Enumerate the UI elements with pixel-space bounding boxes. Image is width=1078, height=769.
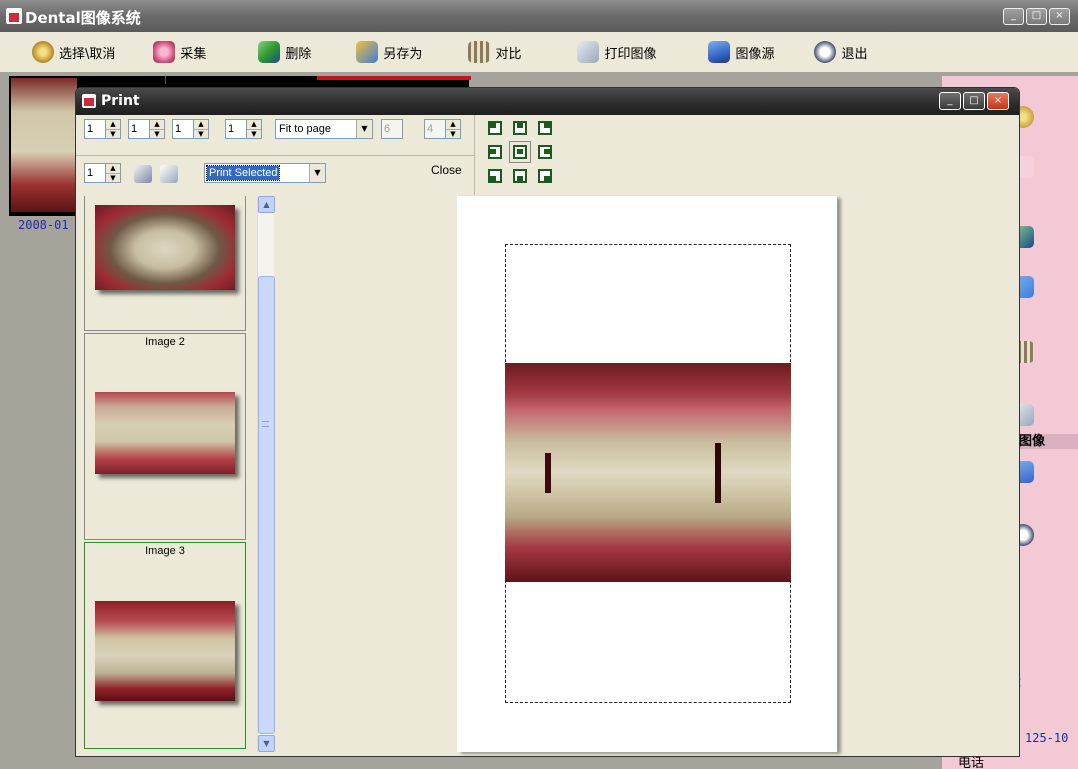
close-button[interactable]: × xyxy=(1049,8,1070,25)
minimize-button[interactable]: _ xyxy=(1003,8,1024,25)
compare-button[interactable]: 对比 xyxy=(464,37,525,67)
printer-setup-icon[interactable] xyxy=(134,165,152,183)
disabled-spinner-1: 6 xyxy=(381,119,403,139)
thumbnail-image xyxy=(95,205,235,290)
partial-number: 125-10 xyxy=(1025,731,1069,745)
list-item-image-1[interactable] xyxy=(84,196,246,331)
maximize-button[interactable]: □ xyxy=(1026,8,1047,25)
app-icon xyxy=(6,8,22,24)
chevron-down-icon[interactable]: ▼ xyxy=(356,120,372,138)
app-title: Dental图像系统 xyxy=(25,9,141,27)
selected-thumbnail-marker xyxy=(317,76,471,80)
print-dialog-title: Print xyxy=(101,93,140,109)
align-top-right-button[interactable] xyxy=(538,121,552,135)
capture-button[interactable]: 采集 xyxy=(149,37,210,67)
clapper-delete-icon xyxy=(258,41,281,63)
fit-mode-select[interactable]: Fit to page ▼ xyxy=(275,119,373,139)
save-as-label: 另存为 xyxy=(383,46,423,62)
app-icon xyxy=(82,94,96,108)
print-preview-area xyxy=(275,196,1019,756)
disabled-spinner-2: 4 ▲ ▼ xyxy=(424,119,461,139)
print-image-label: 打印图像 xyxy=(604,46,657,62)
spinner-3[interactable]: 1 ▲ ▼ xyxy=(172,119,209,139)
image-list: Image 2 Image 3 xyxy=(84,196,246,752)
printer-icon[interactable] xyxy=(160,165,178,183)
scroll-thumb[interactable] xyxy=(258,276,275,734)
film-reel-icon xyxy=(32,41,54,63)
print-range-select[interactable]: Print Selected ▼ xyxy=(204,163,326,183)
close-button[interactable]: Close xyxy=(431,163,462,177)
exit-button[interactable]: 退出 xyxy=(810,37,871,67)
delete-button[interactable]: 删除 xyxy=(254,37,315,67)
select-cancel-label: 选择\取消 xyxy=(59,46,116,62)
alignment-grid xyxy=(488,121,552,183)
image-source-label: 图像源 xyxy=(735,46,775,62)
print-image-button[interactable]: 打印图像 xyxy=(573,37,660,67)
select-cancel-button[interactable]: 选择\取消 xyxy=(28,37,119,67)
align-bottom-center-button[interactable] xyxy=(513,169,527,183)
list-item-image-2[interactable]: Image 2 xyxy=(84,333,246,540)
spinner-2[interactable]: 1 ▲ ▼ xyxy=(128,119,165,139)
main-title-bar: Dental图像系统 _ □ × xyxy=(0,0,1078,32)
dialog-minimize-button[interactable]: _ xyxy=(939,92,961,110)
align-top-center-button[interactable] xyxy=(513,121,527,135)
main-toolbar: 选择\取消 采集 删除 另存为 对比 打印图像 图像源 退出 xyxy=(0,32,1078,72)
save-as-button[interactable]: 另存为 xyxy=(352,37,426,67)
image-source-icon xyxy=(708,41,731,63)
image-source-button[interactable]: 图像源 xyxy=(704,37,778,67)
align-middle-right-button[interactable] xyxy=(538,145,552,159)
align-bottom-right-button[interactable] xyxy=(538,169,552,183)
thumbnail-image[interactable] xyxy=(11,78,77,212)
list-item-image-3[interactable]: Image 3 xyxy=(84,542,246,749)
print-toolbar: 1 ▲ ▼ 1 ▲ ▼ 1 ▲ ▼ 1 ▲ ▼ Fit to page ▼ 6 4 ▲ ▼… xyxy=(76,115,1019,195)
chevron-down-icon[interactable]: ▼ xyxy=(309,164,325,182)
print-dialog: Print _ □ × 1 ▲ ▼ 1 ▲ ▼ 1 ▲ ▼ 1 ▲ ▼ Fit to p… xyxy=(75,87,1020,757)
print-icon xyxy=(577,41,600,63)
spinner-4[interactable]: 1 ▲ ▼ xyxy=(225,119,262,139)
align-top-left-button[interactable] xyxy=(488,121,502,135)
exit-label: 退出 xyxy=(841,46,868,62)
image-list-scrollbar[interactable]: ▲ ▼ xyxy=(257,196,275,752)
exit-icon xyxy=(814,41,837,63)
image-label: Image 2 xyxy=(145,336,185,348)
save-as-icon xyxy=(356,41,379,63)
capture-icon xyxy=(153,41,176,63)
align-middle-center-button[interactable] xyxy=(509,141,531,163)
align-middle-left-button[interactable] xyxy=(488,145,502,159)
spinner-1[interactable]: 1 ▲ ▼ xyxy=(84,119,121,139)
dialog-maximize-button[interactable]: □ xyxy=(963,92,985,110)
preview-image[interactable] xyxy=(505,363,791,582)
image-label: Image 3 xyxy=(145,545,185,557)
thumbnail-date: 2008-01 xyxy=(18,218,69,232)
thumbnail-image xyxy=(95,601,235,701)
thumbnail-image xyxy=(95,392,235,474)
delete-label: 删除 xyxy=(285,46,312,62)
scroll-up-button[interactable]: ▲ xyxy=(258,196,275,213)
copies-spinner[interactable]: 1 ▲ ▼ xyxy=(84,163,121,183)
compare-label: 对比 xyxy=(495,46,522,62)
print-preview-page xyxy=(457,196,837,752)
capture-label: 采集 xyxy=(180,46,207,62)
dialog-close-button[interactable]: × xyxy=(987,92,1009,110)
scroll-down-button[interactable]: ▼ xyxy=(258,735,275,752)
print-dialog-title-bar: Print _ □ × xyxy=(76,88,1019,115)
compare-icon xyxy=(468,41,491,63)
align-bottom-left-button[interactable] xyxy=(488,169,502,183)
